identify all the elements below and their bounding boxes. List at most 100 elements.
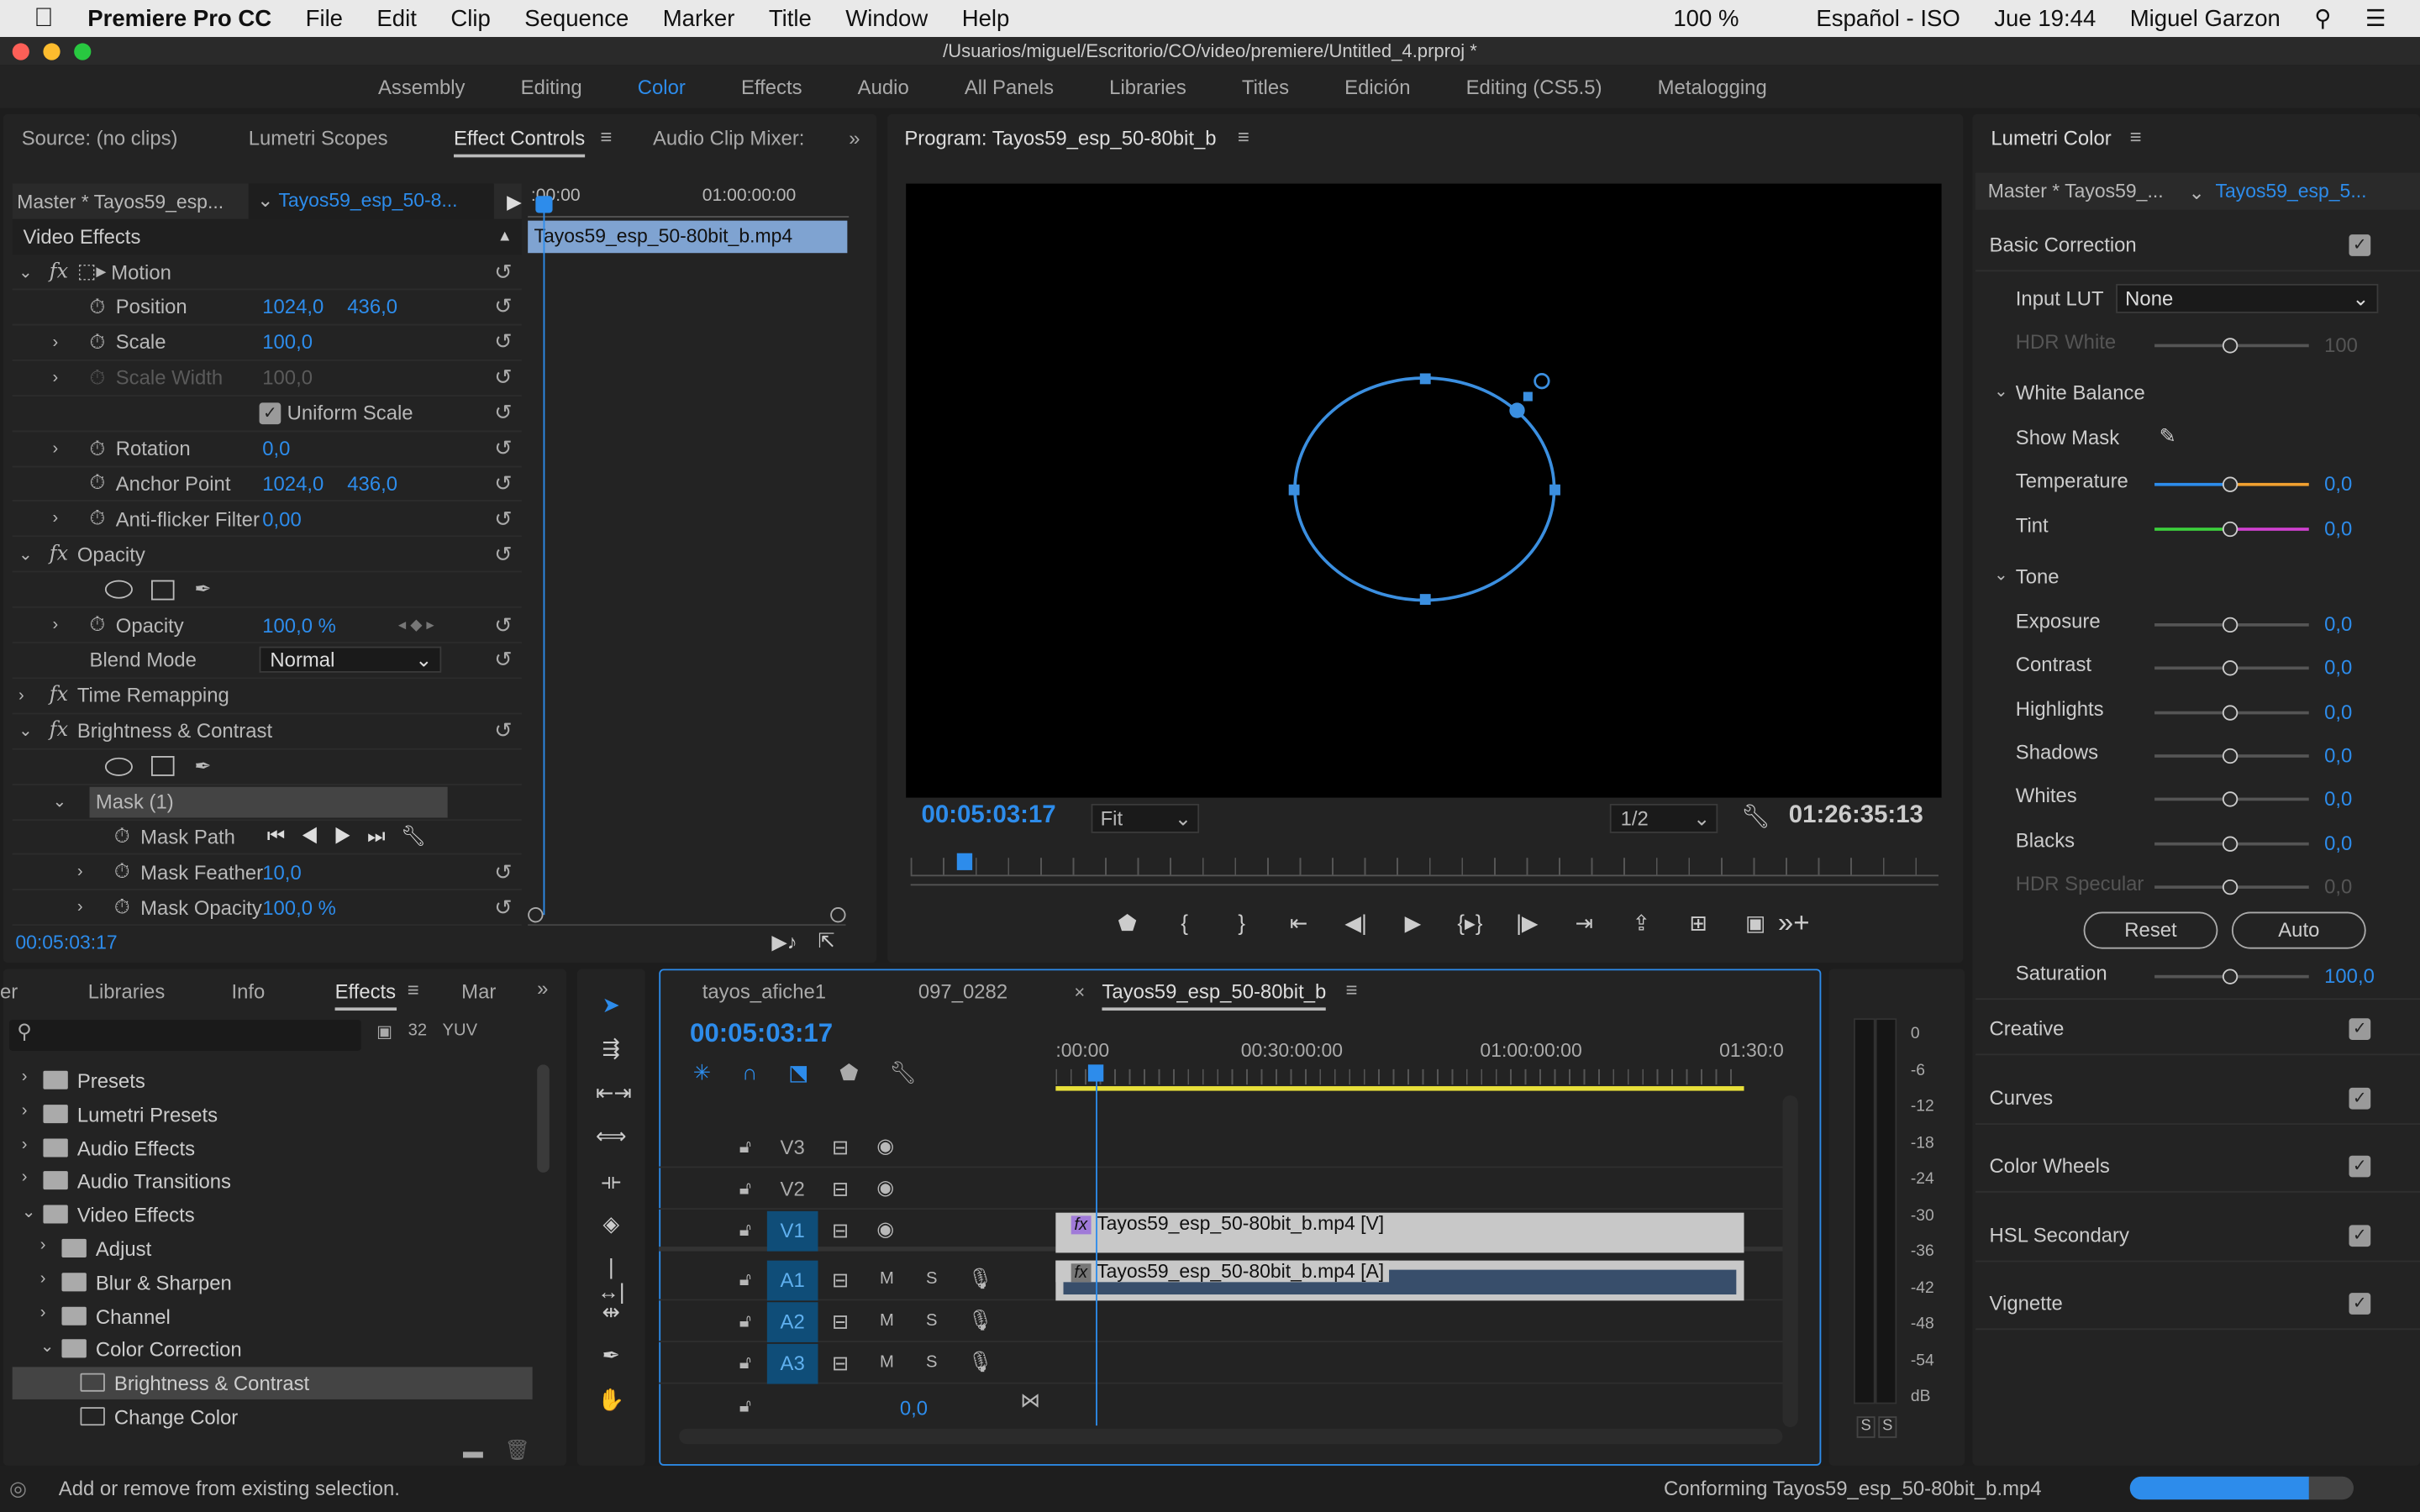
effect-property-row[interactable]: ⌄ fx Opacity ↺ (12, 538, 522, 573)
timeline-horizontal-scrollbar[interactable] (679, 1428, 1783, 1445)
effect-property-row[interactable]: › ⏱︎ Rotation 0,0 ↺ (12, 431, 522, 467)
chevron-right-icon[interactable]: › (77, 863, 83, 881)
section-enable-checkbox[interactable]: ✓ (2349, 1156, 2371, 1178)
slider-knob[interactable] (2222, 748, 2238, 764)
play-button[interactable]: ▶ (1385, 911, 1442, 942)
effects-tree-item[interactable]: Change Color (13, 1401, 533, 1434)
lumetri-section-color-wheels[interactable]: Color Wheels (1990, 1154, 2110, 1178)
saturation-slider[interactable] (2154, 969, 2309, 984)
selection-tool[interactable]: ➤ (596, 992, 627, 1018)
slide-tool[interactable]: ⇹ (596, 1299, 627, 1325)
mask-vertex[interactable] (1419, 373, 1431, 385)
timeline-ruler[interactable] (1055, 1068, 1744, 1085)
workspace-tab[interactable]: Titles (1242, 75, 1289, 98)
property-value[interactable]: 10,0 (262, 861, 301, 885)
video-clip[interactable]: fx Tayos59_esp_50-80bit_b.mp4 [V] (1055, 1212, 1744, 1253)
shadows-slider[interactable] (2154, 748, 2309, 764)
slider-value[interactable]: 0,0 (2324, 787, 2352, 811)
effect-property-row[interactable]: ✒ (12, 573, 522, 608)
workspace-tab[interactable]: Editing (521, 75, 582, 98)
audio-clip[interactable]: fx Tayos59_esp_50-80bit_b.mp4 [A] (1055, 1260, 1744, 1301)
track-target-v1[interactable]: V1 (766, 1210, 818, 1252)
input-lut-select[interactable]: None ⌄ (2116, 283, 2379, 313)
track-select-forward-tool[interactable]: ⇶ (596, 1036, 627, 1062)
panel-overflow-icon[interactable]: » (849, 127, 860, 150)
slider-knob[interactable] (2222, 617, 2238, 633)
lumetri-clip-selector[interactable]: Tayos59_esp_5... (2215, 181, 2366, 202)
workspace-tab[interactable]: Edición (1344, 75, 1410, 98)
fx-icon[interactable]: fx (50, 543, 68, 566)
add-button-icon[interactable]: »+ (1778, 909, 1810, 942)
panel-menu-icon[interactable]: ≡ (1346, 978, 1358, 1001)
program-timecode[interactable]: 00:05:03:17 (922, 802, 1056, 830)
tint-slider[interactable] (2154, 520, 2309, 537)
meter-solo-button[interactable]: S (1878, 1416, 1897, 1438)
slider-value[interactable]: 0,0 (2324, 831, 2352, 854)
lumetri-section-vignette[interactable]: Vignette (1990, 1292, 2063, 1315)
tab-sequence[interactable]: tayos_afiche1 (702, 979, 826, 1003)
slider-value[interactable]: 0,0 (2324, 472, 2352, 496)
fx-icon[interactable]: fx (50, 684, 68, 707)
new-bin-icon[interactable]: ▬ (463, 1440, 483, 1463)
pen-mask-icon[interactable]: ✒ (194, 753, 211, 778)
slider-knob[interactable] (2222, 879, 2238, 895)
export-icon[interactable]: ⇱ (818, 929, 834, 953)
hand-tool[interactable]: ✋ (596, 1386, 627, 1412)
lift-extract-button[interactable]: {▸} (1442, 911, 1499, 942)
go-to-in-button[interactable]: ⇤ (1270, 911, 1328, 942)
panel-menu-icon[interactable]: ≡ (600, 125, 612, 149)
program-playhead[interactable] (956, 853, 973, 870)
track-lock-icon[interactable]: 🔓︎ (739, 1268, 751, 1292)
panel-overflow-icon[interactable]: » (537, 977, 548, 1000)
mask-vertex[interactable] (1419, 594, 1431, 606)
mask-vertex[interactable] (1549, 484, 1560, 496)
effect-property-row[interactable]: ⌄ fx Brightness & Contrast ↺ (12, 714, 522, 750)
exposure-slider[interactable] (2154, 617, 2309, 633)
reset-icon[interactable]: ↺ (494, 859, 513, 885)
reset-icon[interactable]: ↺ (494, 329, 513, 355)
tab-effects-panel[interactable]: Info (232, 979, 266, 1003)
close-window-button[interactable] (12, 43, 29, 60)
tab-effects-panel[interactable]: Effects (334, 979, 397, 1011)
workspace-tab[interactable]: Audio (858, 75, 909, 98)
chevron-down-icon[interactable]: ⌄ (52, 791, 66, 811)
workspace-tab[interactable]: Libraries (1109, 75, 1186, 98)
stopwatch-icon[interactable]: ⏱︎ (114, 895, 130, 920)
tab-source-panel[interactable]: Source: (no clips) (22, 127, 178, 150)
slider-value[interactable]: 100 (2324, 333, 2358, 357)
sync-lock-icon[interactable]: ⊟ (832, 1177, 849, 1201)
reset-icon[interactable]: ↺ (494, 647, 513, 673)
chevron-down-icon[interactable]: ⌄ (22, 1202, 36, 1222)
clock[interactable]: Jue 19:44 (1994, 5, 2096, 31)
collapse-up-icon[interactable]: ▲ (497, 219, 513, 255)
play-arrow-icon[interactable]: ▶ (507, 190, 522, 213)
stopwatch-icon[interactable]: ⏱︎ (90, 507, 106, 531)
voiceover-mic-icon[interactable]: 🎙︎ (968, 1309, 993, 1333)
property-value[interactable]: 100,0 % (262, 896, 336, 920)
pen-tool[interactable]: ✒ (596, 1342, 627, 1368)
section-enable-checkbox[interactable]: ✓ (2349, 1293, 2371, 1315)
reset-icon[interactable]: ↺ (494, 541, 513, 567)
stopwatch-icon[interactable]: ⏱︎ (90, 365, 106, 390)
reset-icon[interactable]: ↺ (494, 365, 513, 391)
solo-button[interactable]: S (926, 1270, 937, 1289)
tab-effects-panel[interactable]: er (0, 979, 18, 1003)
menu-clip[interactable]: Clip (450, 5, 490, 31)
toggle-output-eye-icon[interactable]: ◉ (876, 1217, 894, 1242)
track-lock-icon[interactable]: 🔓︎ (739, 1310, 751, 1333)
mask-1-item[interactable]: Mask (1) (89, 785, 448, 817)
insert-button[interactable]: ⇪ (1612, 911, 1670, 942)
stopwatch-icon[interactable]: ⏱︎ (90, 295, 106, 319)
effects-tree-item[interactable]: › Channel (13, 1300, 533, 1333)
effect-property-row[interactable]: › fx Time Remapping (12, 679, 522, 715)
zoom-level-select[interactable]: Fit ⌄ (1091, 803, 1200, 833)
timeline-timecode[interactable]: 00:05:03:17 (690, 1018, 833, 1049)
lumetri-menu-icon[interactable]: ≡ (2130, 125, 2142, 149)
lumetri-section-basic-correction[interactable]: Basic Correction (1990, 233, 2137, 256)
reset-icon[interactable]: ↺ (494, 259, 513, 285)
zoom-window-button[interactable] (74, 43, 92, 60)
slider-knob[interactable] (2222, 835, 2238, 851)
master-volume-value[interactable]: 0,0 (900, 1396, 928, 1420)
slider-knob[interactable] (2222, 520, 2238, 537)
tab-source-panel[interactable]: Audio Clip Mixer: (653, 127, 804, 150)
